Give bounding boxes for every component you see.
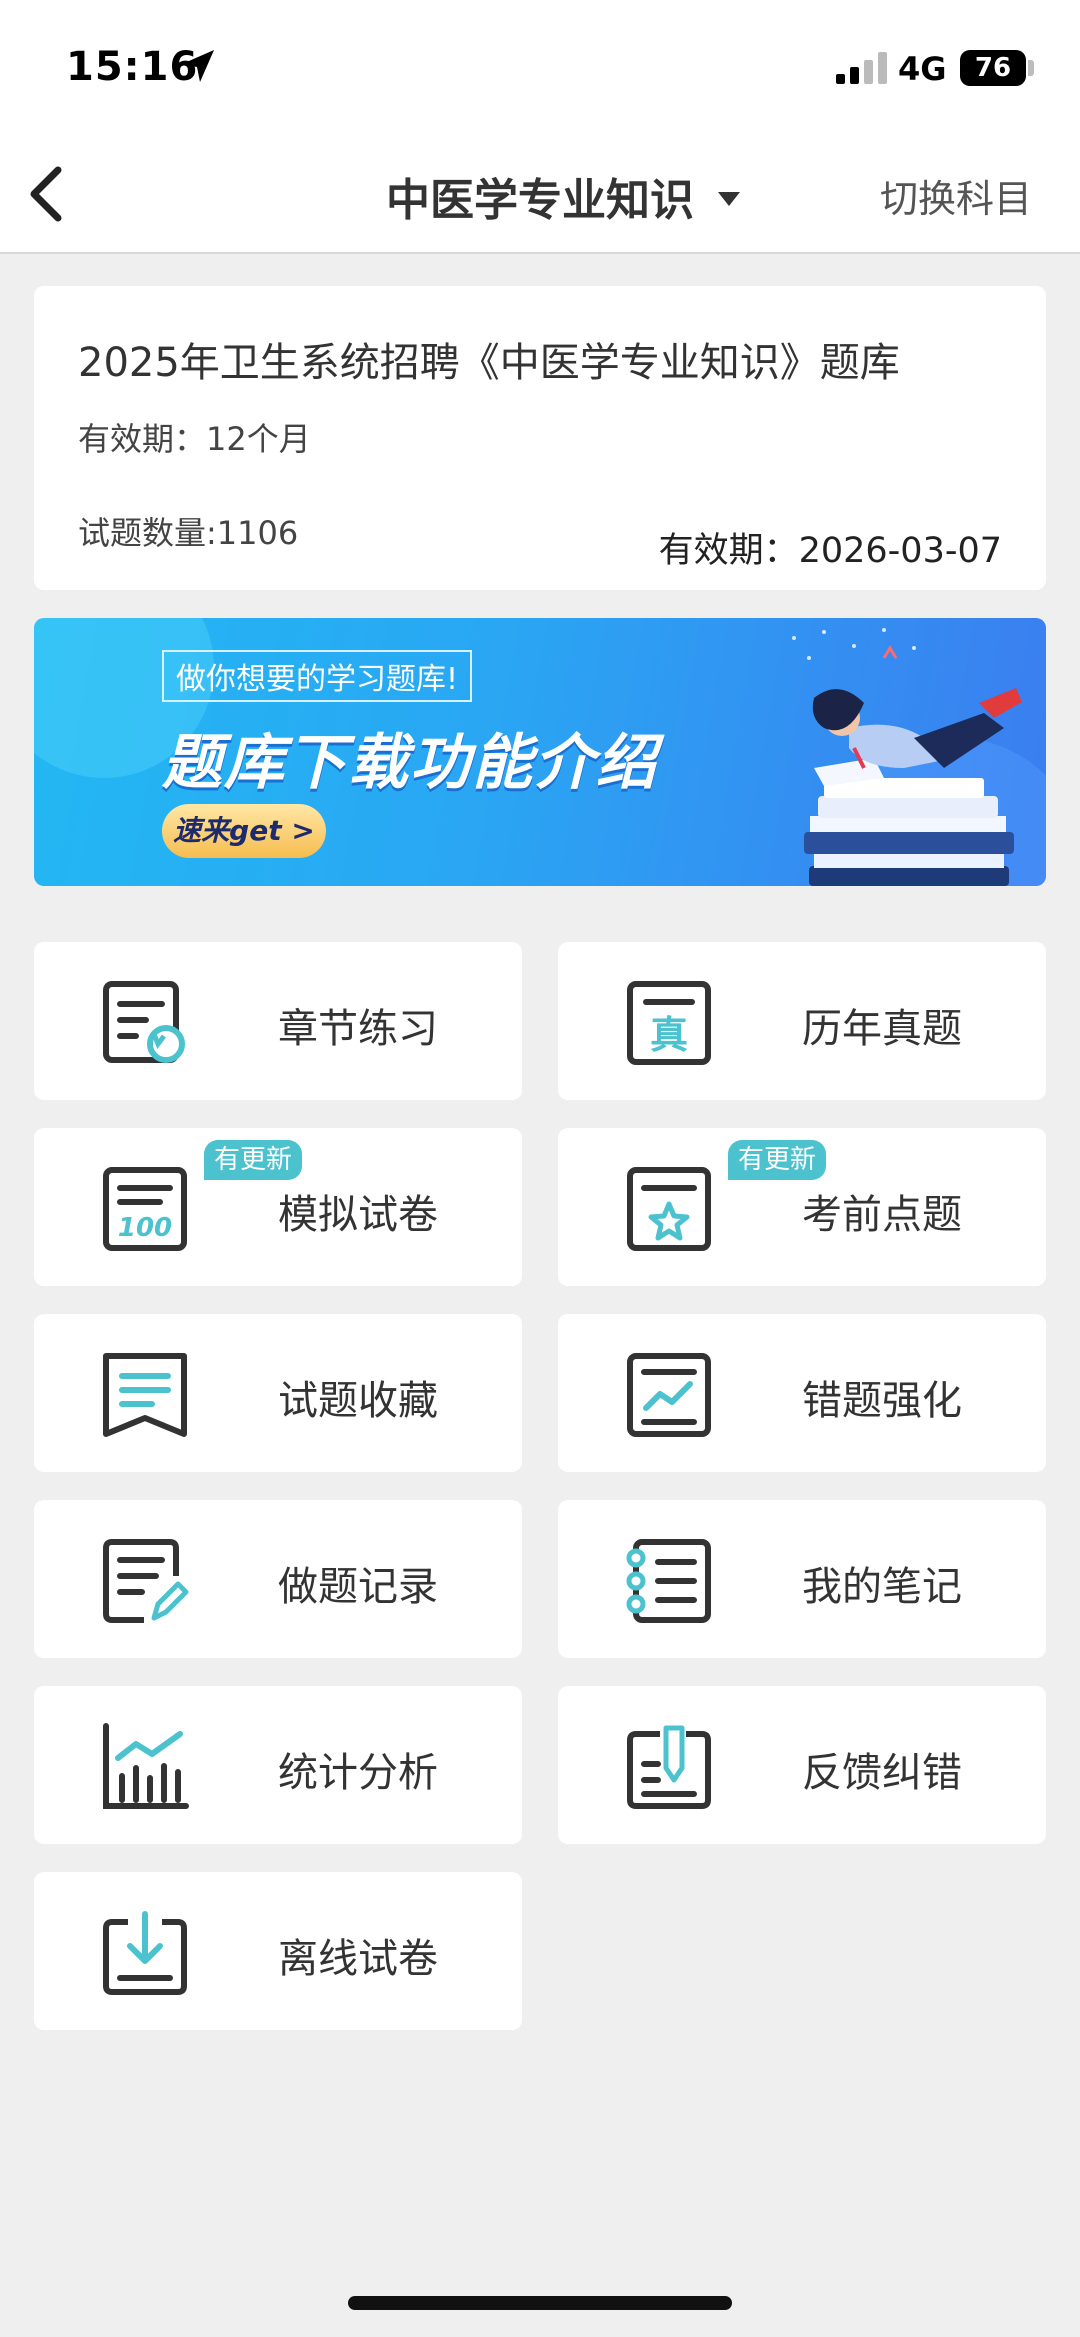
page-title: 中医学专业知识 bbox=[386, 175, 694, 226]
banner-cta-button[interactable]: 速来get > bbox=[162, 804, 326, 858]
banner-headline: 题库下载功能介绍 bbox=[162, 728, 658, 798]
grid-item-bookmarks[interactable]: 试题收藏 bbox=[34, 1314, 522, 1472]
battery-icon: 76 bbox=[960, 50, 1026, 86]
record-icon bbox=[103, 1539, 189, 1623]
grid-label: 反馈纠错 bbox=[802, 1750, 962, 1796]
grid-item-feedback[interactable]: 反馈纠错 bbox=[558, 1686, 1046, 1844]
wrong-questions-icon bbox=[627, 1353, 711, 1437]
notebook-icon bbox=[626, 1539, 711, 1623]
svg-text:100: 100 bbox=[118, 1213, 172, 1243]
banner-tag: 做你想要的学习题库! bbox=[162, 650, 473, 702]
mock-paper-icon: 100 bbox=[103, 1167, 187, 1251]
key-questions-icon bbox=[627, 1167, 711, 1251]
grid-label: 模拟试卷 bbox=[278, 1192, 438, 1238]
chapter-practice-icon bbox=[103, 981, 185, 1063]
grid-label: 章节练习 bbox=[278, 1006, 438, 1052]
grid-item-my-notes[interactable]: 我的笔记 bbox=[558, 1500, 1046, 1658]
grid-label: 我的笔记 bbox=[802, 1564, 962, 1610]
statistics-icon bbox=[103, 1723, 189, 1809]
grid-item-practice-record[interactable]: 做题记录 bbox=[34, 1500, 522, 1658]
download-icon bbox=[103, 1911, 187, 1995]
network-type: 4G bbox=[898, 50, 947, 88]
question-bank-card: 2025年卫生系统招聘《中医学专业知识》题库 有效期：12个月 试题数量:110… bbox=[34, 286, 1046, 590]
switch-subject-button[interactable]: 切换科目 bbox=[880, 168, 1032, 223]
status-bar: 15:16 4G 76 bbox=[0, 0, 1080, 140]
battery-cap bbox=[1028, 60, 1034, 76]
grid-label: 历年真题 bbox=[802, 1006, 962, 1052]
past-exams-icon: 真 bbox=[627, 981, 711, 1065]
cellular-signal-icon bbox=[836, 52, 887, 84]
validity-period: 有效期：12个月 bbox=[78, 420, 311, 458]
battery-percent: 76 bbox=[974, 53, 1012, 83]
svg-text:真: 真 bbox=[650, 1013, 688, 1057]
grid-item-offline-paper[interactable]: 离线试卷 bbox=[34, 1872, 522, 2030]
studying-girl-on-books-illustration bbox=[792, 628, 1022, 886]
grid-label: 统计分析 bbox=[278, 1750, 438, 1796]
grid-item-statistics[interactable]: 统计分析 bbox=[34, 1686, 522, 1844]
bookmark-icon bbox=[103, 1353, 187, 1437]
grid-item-key-questions[interactable]: 有更新 考前点题 bbox=[558, 1128, 1046, 1286]
home-indicator[interactable] bbox=[348, 2296, 732, 2310]
grid-item-chapter-practice[interactable]: 章节练习 bbox=[34, 942, 522, 1100]
grid-item-past-exams[interactable]: 真 历年真题 bbox=[558, 942, 1046, 1100]
bank-title: 2025年卫生系统招聘《中医学专业知识》题库 bbox=[78, 340, 900, 386]
caret-down-icon[interactable] bbox=[718, 192, 740, 206]
grid-item-mock-paper[interactable]: 100 有更新 模拟试卷 bbox=[34, 1128, 522, 1286]
grid-label: 错题强化 bbox=[802, 1378, 962, 1424]
expire-date: 有效期：2026-03-07 bbox=[658, 531, 1002, 571]
download-intro-banner[interactable]: 做你想要的学习题库! 题库下载功能介绍 速来get > bbox=[34, 618, 1046, 886]
grid-label: 离线试卷 bbox=[278, 1936, 438, 1982]
grid-item-wrong-questions[interactable]: 错题强化 bbox=[558, 1314, 1046, 1472]
update-badge: 有更新 bbox=[204, 1140, 303, 1180]
feedback-icon bbox=[627, 1725, 711, 1809]
update-badge: 有更新 bbox=[728, 1140, 827, 1180]
navigation-bar: 中医学专业知识 切换科目 bbox=[0, 140, 1080, 254]
location-arrow-icon bbox=[182, 50, 214, 82]
grid-label: 做题记录 bbox=[278, 1564, 438, 1610]
grid-label: 试题收藏 bbox=[278, 1378, 438, 1424]
grid-label: 考前点题 bbox=[802, 1192, 962, 1238]
question-count: 试题数量:1106 bbox=[78, 514, 299, 552]
